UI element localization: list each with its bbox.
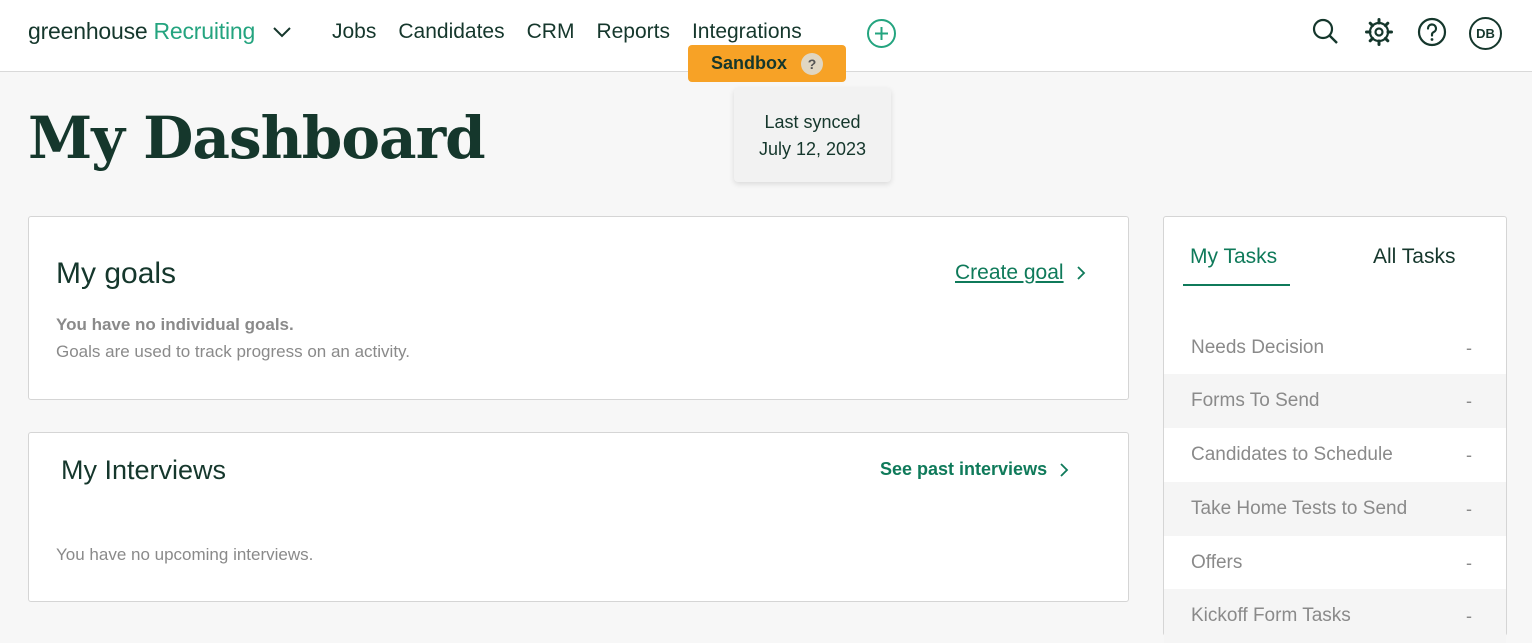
task-label: Offers [1191,552,1243,573]
main-nav: Jobs Candidates CRM Reports Integrations [332,20,824,44]
tab-all-tasks[interactable]: All Tasks [1373,245,1455,269]
task-row-kickoff-form-tasks[interactable]: Kickoff Form Tasks - [1164,589,1506,643]
tooltip-line-1: Last synced [764,112,861,132]
create-goal-label: Create goal [955,261,1064,284]
chevron-down-icon[interactable] [271,21,293,43]
nav-integrations[interactable]: Integrations [692,20,802,44]
active-tab-indicator [1183,284,1290,286]
goals-empty-heading: You have no individual goals. [56,315,294,334]
avatar[interactable]: DB [1469,17,1502,50]
goals-empty-text: Goals are used to track progress on an a… [56,342,411,361]
task-count: - [1466,337,1472,358]
task-count: - [1466,605,1472,626]
see-past-interviews-label: See past interviews [880,459,1048,479]
task-label: Candidates to Schedule [1191,444,1393,465]
tooltip-line-2: July 12, 2023 [758,139,867,159]
task-count: - [1466,552,1472,573]
sandbox-help-icon[interactable]: ? [801,52,823,75]
brand-name: greenhouse [28,18,148,44]
sandbox-label: Sandbox [710,53,787,73]
brand-product: Recruiting [153,18,256,44]
task-row-forms-to-send[interactable]: Forms To Send - [1164,374,1506,428]
chevron-right-icon [1060,462,1069,477]
tasks-card: My Tasks All Tasks Needs Decision - Form… [1163,216,1507,643]
nav-reports[interactable]: Reports [596,20,670,44]
create-goal-link[interactable]: Create goal [955,261,1086,285]
task-label: Needs Decision [1191,337,1325,358]
goals-title: My goals [56,257,177,290]
interviews-empty-text: You have no upcoming interviews. [56,545,314,564]
task-row-take-home-tests[interactable]: Take Home Tests to Send - [1164,482,1506,536]
see-past-interviews-link[interactable]: See past interviews [880,459,1069,480]
interviews-title: My Interviews [61,455,227,485]
interviews-card: My Interviews See past interviews You ha… [28,432,1129,602]
task-row-offers[interactable]: Offers - [1164,536,1506,590]
goals-card: My goals Create goal You have no individ… [28,216,1129,400]
nav-candidates[interactable]: Candidates [398,20,504,44]
task-label: Kickoff Form Tasks [1191,605,1351,626]
search-icon[interactable] [1310,16,1342,48]
brand-logo[interactable]: greenhouse Recruiting [28,18,293,45]
task-count: - [1466,444,1472,465]
page-title: My Dashboard [28,104,486,172]
gear-icon[interactable] [1363,16,1395,48]
task-count: - [1466,498,1472,519]
task-label: Take Home Tests to Send [1191,498,1408,519]
plus-circle-icon[interactable] [866,18,897,49]
chevron-right-icon [1076,266,1085,280]
sync-tooltip: Last synced July 12, 2023 [734,88,891,182]
nav-crm[interactable]: CRM [527,20,575,44]
task-label: Forms To Send [1191,390,1320,411]
sandbox-badge[interactable]: Sandbox ? [688,45,846,82]
task-count: - [1466,390,1472,411]
task-row-candidates-to-schedule[interactable]: Candidates to Schedule - [1164,428,1506,482]
nav-jobs[interactable]: Jobs [332,20,376,44]
help-icon[interactable] [1416,16,1448,48]
task-row-needs-decision[interactable]: Needs Decision - [1164,321,1506,375]
tab-my-tasks[interactable]: My Tasks [1190,245,1277,269]
